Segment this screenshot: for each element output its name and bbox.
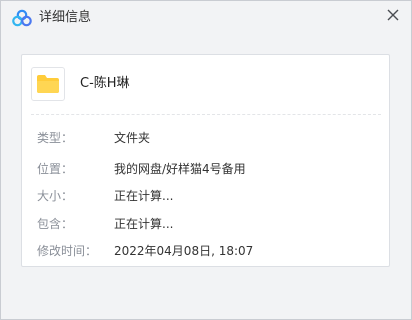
contains-label: 包含： [37, 217, 74, 231]
contains-value: 正在计算... [114, 217, 174, 231]
details-dialog: 详细信息 C-陈H琳 类型： 文件夹 位置： 我的网盘/好样猫4号备用 大小： … [0, 0, 412, 320]
file-name: C-陈H琳 [80, 76, 130, 91]
size-value: 正在计算... [114, 189, 174, 203]
info-row-contains: 包含： 正在计算... [22, 214, 389, 234]
details-panel: C-陈H琳 类型： 文件夹 位置： 我的网盘/好样猫4号备用 大小： 正在计算.… [21, 54, 390, 267]
type-label: 类型： [37, 131, 74, 145]
info-row-size: 大小： 正在计算... [22, 186, 389, 206]
baidu-netdisk-logo-icon [12, 9, 32, 27]
divider [31, 114, 381, 115]
file-header: C-陈H琳 [22, 55, 389, 105]
info-row-modified: 修改时间： 2022年04月08日, 18:07 [22, 241, 389, 261]
modified-time-value: 2022年04月08日, 18:07 [114, 244, 254, 258]
info-row-type: 类型： 文件夹 [22, 128, 389, 148]
location-label: 位置： [37, 162, 74, 176]
size-label: 大小： [37, 189, 74, 203]
folder-icon [31, 67, 65, 101]
location-value: 我的网盘/好样猫4号备用 [114, 162, 246, 176]
close-icon [387, 9, 399, 21]
close-button[interactable] [381, 3, 405, 27]
dialog-title: 详细信息 [39, 10, 92, 25]
info-row-location: 位置： 我的网盘/好样猫4号备用 [22, 159, 389, 179]
title-bar[interactable]: 详细信息 [1, 1, 411, 35]
modified-time-label: 修改时间： [37, 244, 98, 258]
type-value: 文件夹 [114, 131, 151, 145]
